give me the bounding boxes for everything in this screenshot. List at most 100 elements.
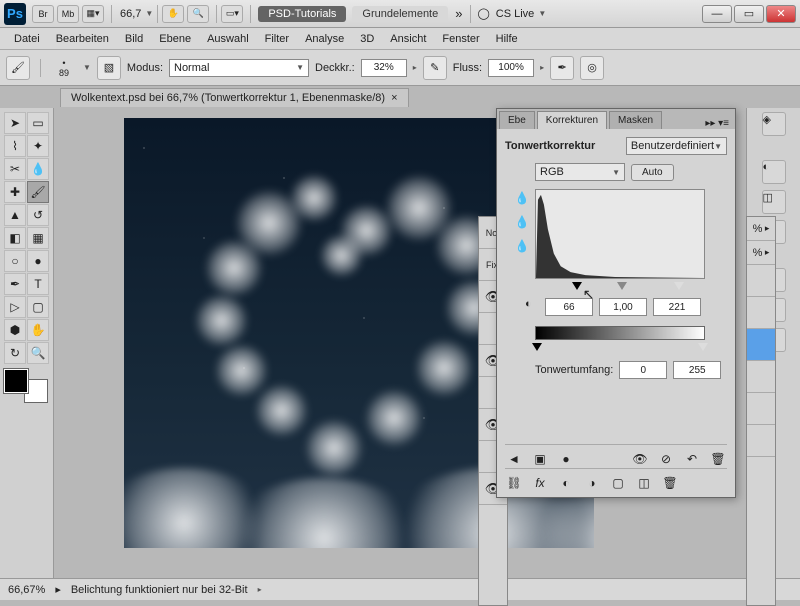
magic-wand-tool[interactable]: ✦ bbox=[27, 135, 49, 157]
tab-korrekturen[interactable]: Korrekturen bbox=[537, 111, 607, 129]
brush-tool[interactable]: 🖌 bbox=[27, 181, 49, 203]
hand-tool[interactable]: ✋ bbox=[27, 319, 49, 341]
white-input[interactable]: 221 bbox=[653, 298, 701, 316]
status-zoom[interactable]: 66,67% bbox=[8, 584, 45, 596]
pen-tool[interactable]: ✒ bbox=[4, 273, 26, 295]
panel-icon-adjustments[interactable]: ◐ bbox=[762, 160, 786, 184]
clip-icon[interactable]: ● bbox=[557, 451, 575, 467]
fx-icon[interactable]: fx bbox=[531, 475, 549, 491]
menu-analyse[interactable]: Analyse bbox=[297, 30, 352, 48]
status-nav-icon[interactable]: ▸ bbox=[55, 583, 61, 596]
eyedropper-white[interactable]: 💧 bbox=[513, 237, 531, 255]
output-white-input[interactable]: 255 bbox=[673, 361, 721, 379]
history-brush-tool[interactable]: ↺ bbox=[27, 204, 49, 226]
zoom-tool[interactable]: 🔍 bbox=[27, 342, 49, 364]
blur-tool[interactable]: ○ bbox=[4, 250, 26, 272]
healing-tool[interactable]: ✚ bbox=[4, 181, 26, 203]
output-white-handle[interactable] bbox=[698, 343, 708, 351]
path-select-tool[interactable]: ▷ bbox=[4, 296, 26, 318]
gradient-tool[interactable]: ▦ bbox=[27, 227, 49, 249]
crop-tool[interactable]: ✂ bbox=[4, 158, 26, 180]
black-point-handle[interactable] bbox=[572, 282, 582, 290]
workspace-tab-2[interactable]: Grundelemente bbox=[352, 6, 448, 22]
layer-vis-icon[interactable]: ▣ bbox=[531, 451, 549, 467]
arrange-button[interactable]: ▭▾ bbox=[221, 5, 243, 23]
flow-input[interactable]: 100% bbox=[488, 59, 534, 77]
mask-icon[interactable]: ◐ bbox=[557, 475, 575, 491]
new-layer-icon[interactable]: ◫ bbox=[635, 475, 653, 491]
trash-icon[interactable]: 🗑 bbox=[661, 475, 679, 491]
brush-panel-toggle[interactable]: ▧ bbox=[97, 56, 121, 80]
tab-ebenen[interactable]: Ebe bbox=[499, 111, 535, 129]
screen-mode-button[interactable]: ▦▾ bbox=[82, 5, 104, 23]
stamp-tool[interactable]: ▲ bbox=[4, 204, 26, 226]
zoom-tool-shortcut[interactable]: 🔍 bbox=[187, 5, 209, 23]
output-black-handle[interactable] bbox=[532, 343, 542, 351]
delete-icon[interactable]: 🗑 bbox=[709, 451, 727, 467]
marquee-tool[interactable]: ▭ bbox=[27, 112, 49, 134]
input-levels-slider[interactable]: ↖ bbox=[535, 282, 705, 294]
maximize-button[interactable]: ▭ bbox=[734, 5, 764, 23]
menu-datei[interactable]: Datei bbox=[6, 30, 48, 48]
close-tab-icon[interactable]: × bbox=[391, 92, 397, 104]
panel-icon-swatches[interactable]: ◫ bbox=[762, 190, 786, 214]
menu-fenster[interactable]: Fenster bbox=[434, 30, 487, 48]
eyedropper-gray[interactable]: 💧 bbox=[513, 213, 531, 231]
preview-icon[interactable]: 👁 bbox=[631, 451, 649, 467]
3d-tool[interactable]: ⬢ bbox=[4, 319, 26, 341]
menu-ansicht[interactable]: Ansicht bbox=[382, 30, 434, 48]
eraser-tool[interactable]: ◧ bbox=[4, 227, 26, 249]
shape-tool[interactable]: ▢ bbox=[27, 296, 49, 318]
hand-tool-shortcut[interactable]: ✋ bbox=[162, 5, 184, 23]
minimize-button[interactable]: — bbox=[702, 5, 732, 23]
output-levels-slider[interactable] bbox=[535, 343, 705, 355]
menu-ebene[interactable]: Ebene bbox=[151, 30, 199, 48]
move-tool[interactable]: ➤ bbox=[4, 112, 26, 134]
type-tool[interactable]: T bbox=[27, 273, 49, 295]
eyedropper-tool[interactable]: 💧 bbox=[27, 158, 49, 180]
menu-auswahl[interactable]: Auswahl bbox=[199, 30, 257, 48]
menu-bild[interactable]: Bild bbox=[117, 30, 151, 48]
pressure-size-icon[interactable]: ◎ bbox=[580, 56, 604, 80]
pressure-opacity-icon[interactable]: ✎ bbox=[423, 56, 447, 80]
bridge-button[interactable]: Br bbox=[32, 5, 54, 23]
white-point-handle[interactable] bbox=[674, 282, 684, 290]
eyedropper-black[interactable]: 💧 bbox=[513, 189, 531, 207]
channel-select[interactable]: RGB▼ bbox=[535, 163, 625, 181]
menu-filter[interactable]: Filter bbox=[257, 30, 297, 48]
foreground-color[interactable] bbox=[4, 369, 28, 393]
minibridge-button[interactable]: Mb bbox=[57, 5, 79, 23]
group-icon[interactable]: ▢ bbox=[609, 475, 627, 491]
gamma-handle[interactable] bbox=[617, 282, 627, 290]
panel-icon-layers[interactable]: ◈ bbox=[762, 112, 786, 136]
menu-3d[interactable]: 3D bbox=[352, 30, 382, 48]
gamma-input[interactable]: 1,00 bbox=[599, 298, 647, 316]
brush-tool-icon[interactable]: 🖌 bbox=[6, 56, 30, 80]
more-workspaces-icon[interactable]: » bbox=[455, 6, 462, 21]
adjustment-icon[interactable]: ◑ bbox=[583, 475, 601, 491]
preset-select[interactable]: Benutzerdefiniert▼ bbox=[626, 137, 727, 155]
dodge-tool[interactable]: ● bbox=[27, 250, 49, 272]
back-icon[interactable]: ◄ bbox=[505, 451, 523, 467]
lasso-tool[interactable]: ⌇ bbox=[4, 135, 26, 157]
undo-icon[interactable]: ↶ bbox=[683, 451, 701, 467]
workspace-tab-1[interactable]: PSD-Tutorials bbox=[258, 6, 346, 22]
rotate-view-tool[interactable]: ↻ bbox=[4, 342, 26, 364]
opacity-input[interactable]: 32% bbox=[361, 59, 407, 77]
menu-bearbeiten[interactable]: Bearbeiten bbox=[48, 30, 117, 48]
selected-layer-indicator[interactable] bbox=[747, 329, 775, 361]
reset-icon[interactable]: ⊘ bbox=[657, 451, 675, 467]
auto-button[interactable]: Auto bbox=[631, 164, 674, 181]
document-tab[interactable]: Wolkentext.psd bei 66,7% (Tonwertkorrekt… bbox=[60, 88, 409, 107]
cslive-button[interactable]: CS Live bbox=[496, 8, 535, 20]
close-button[interactable]: ✕ bbox=[766, 5, 796, 23]
brush-preview-icon[interactable]: • bbox=[51, 58, 77, 68]
blend-mode-select[interactable]: Normal▼ bbox=[169, 59, 309, 77]
color-swatches[interactable] bbox=[4, 369, 48, 403]
output-black-input[interactable]: 0 bbox=[619, 361, 667, 379]
tab-masken[interactable]: Masken bbox=[609, 111, 662, 129]
link-icon[interactable]: ⛓ bbox=[505, 475, 523, 491]
menu-hilfe[interactable]: Hilfe bbox=[488, 30, 526, 48]
panel-collapse-icon[interactable]: ▸▸ ▾≡ bbox=[705, 118, 729, 129]
zoom-display[interactable]: 66,7 bbox=[120, 8, 141, 20]
